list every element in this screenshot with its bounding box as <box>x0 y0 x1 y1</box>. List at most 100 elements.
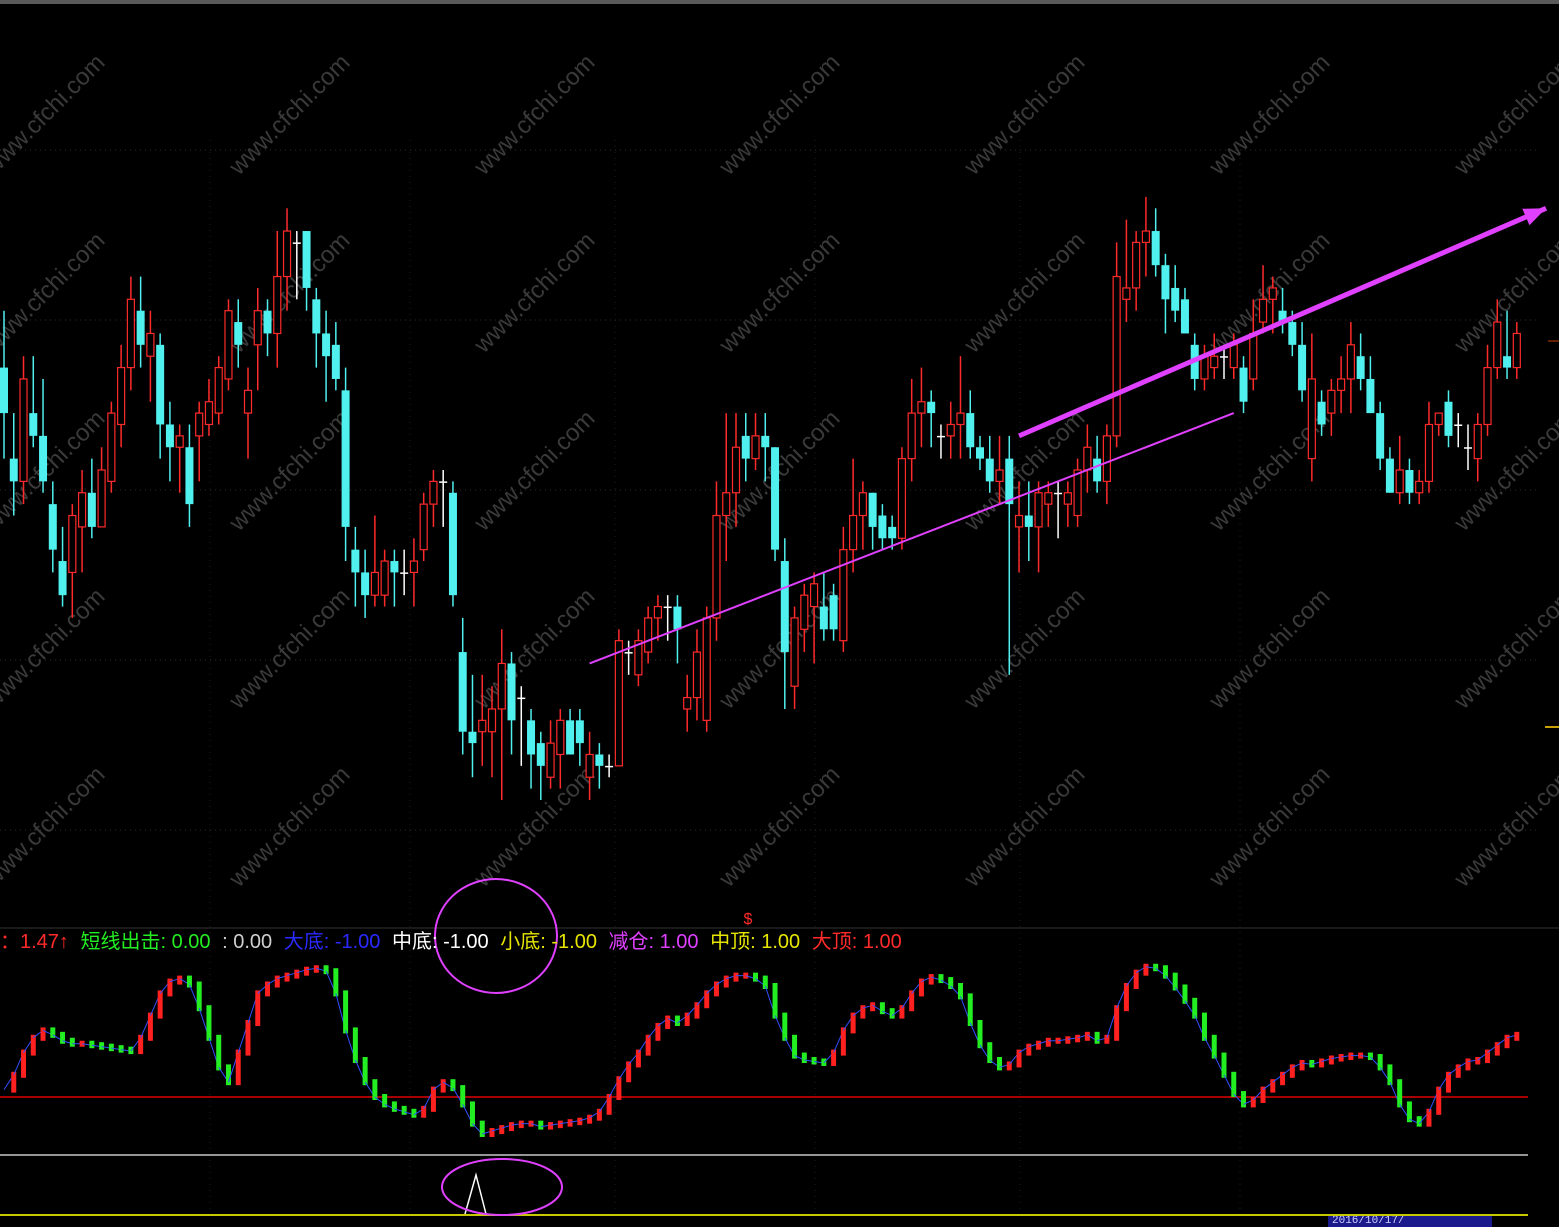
candle-body <box>165 424 174 448</box>
candle-body <box>1239 367 1248 402</box>
legend-item-unnamed: : 0.00 <box>222 931 273 953</box>
legend-item-big-top: 大顶: 1.00 <box>811 931 902 953</box>
candle-body <box>478 719 487 733</box>
candle-body <box>439 481 448 483</box>
osc-bar <box>538 1120 544 1130</box>
candle-body <box>1093 458 1102 482</box>
legend-item-small-bottom: 小底: -1.00 <box>500 931 597 953</box>
candle-body <box>1464 447 1472 449</box>
candle <box>224 299 233 391</box>
candle-body <box>1063 492 1072 505</box>
osc-bar <box>792 1034 798 1059</box>
candle-body <box>48 504 57 550</box>
candle-body <box>9 458 18 482</box>
osc-bar <box>108 1043 114 1052</box>
candle-body <box>1454 424 1463 426</box>
candle-body <box>936 435 945 438</box>
osc-bar <box>850 1012 856 1034</box>
candle-body <box>1385 458 1394 493</box>
candle-body <box>1229 344 1238 369</box>
osc-bar <box>997 1057 1003 1071</box>
candle-body <box>536 743 545 766</box>
candle-body <box>1434 412 1443 426</box>
candle-body <box>195 412 204 437</box>
candle-body <box>1122 287 1131 300</box>
candle-body <box>1200 355 1209 380</box>
osc-bar <box>440 1079 446 1093</box>
osc-bar <box>421 1105 427 1118</box>
candle-body <box>1171 287 1180 311</box>
osc-bar <box>499 1125 505 1135</box>
candle-body <box>741 435 750 459</box>
candle-body <box>175 435 184 448</box>
candle-body <box>1288 322 1297 345</box>
osc-bar <box>1299 1059 1305 1071</box>
candle-body <box>361 572 370 596</box>
candle-body <box>1112 275 1121 437</box>
candle-body <box>1327 389 1336 414</box>
osc-bar <box>1338 1054 1344 1062</box>
legend-item-short-attack: 短线出击: 0.00 <box>80 931 211 953</box>
candle-body <box>819 606 828 630</box>
osc-bar <box>274 975 280 988</box>
candle-body <box>1415 480 1424 494</box>
candle-body <box>800 594 809 630</box>
candle-body <box>409 560 419 574</box>
candle-body <box>644 617 653 653</box>
osc-bar <box>674 1015 680 1026</box>
candle-body <box>614 640 623 767</box>
osc-bar <box>938 974 944 984</box>
candle-body <box>117 366 126 426</box>
candle-body <box>546 742 555 778</box>
osc-bar <box>1162 965 1168 979</box>
candle-body <box>107 412 116 482</box>
stock-chart: www.cfchi.com www.cfchi.com www.cfchi.com w… <box>0 0 1559 1227</box>
osc-bar <box>733 972 739 982</box>
candle <box>448 481 457 607</box>
osc-bar <box>577 1117 583 1126</box>
osc-bar <box>1065 1036 1071 1044</box>
candle-body <box>585 753 594 778</box>
osc-bar <box>1221 1052 1227 1078</box>
candle-body <box>927 401 936 414</box>
candle-body <box>331 344 340 379</box>
osc-bar <box>40 1027 46 1041</box>
osc-bar <box>616 1076 622 1100</box>
osc-bar <box>840 1027 846 1056</box>
osc-bar <box>489 1128 495 1137</box>
candle-body <box>858 492 867 517</box>
candle-body <box>575 720 584 744</box>
candle-body <box>29 413 38 436</box>
candle-body <box>702 617 711 721</box>
candle-body <box>214 366 223 414</box>
osc-bar <box>157 990 163 1019</box>
candle-body <box>1102 435 1111 482</box>
candle-body <box>185 447 194 505</box>
candle-body <box>1346 344 1355 380</box>
candle-body <box>771 447 780 550</box>
osc-bar <box>1114 1005 1120 1041</box>
candle-body <box>946 423 955 437</box>
osc-bar <box>782 1012 788 1041</box>
candle-body <box>1249 332 1258 380</box>
osc-bar <box>723 975 729 988</box>
candle-body <box>1180 299 1189 334</box>
legend-item-big-bottom: 大底: -1.00 <box>283 931 381 953</box>
osc-bar <box>352 1027 358 1063</box>
candle-body <box>1503 356 1512 368</box>
candle-body <box>390 561 399 573</box>
candle-body <box>1493 321 1502 369</box>
candle-body <box>673 606 682 630</box>
osc-bar <box>255 990 261 1026</box>
osc-bar <box>294 969 300 979</box>
candle-body <box>761 435 770 448</box>
candle-body <box>527 720 536 755</box>
osc-bar <box>1445 1071 1451 1093</box>
candle <box>702 606 711 732</box>
osc-bar <box>1123 983 1129 1012</box>
osc-bar <box>460 1085 466 1108</box>
osc-bar <box>518 1120 524 1129</box>
osc-bar <box>899 1005 905 1019</box>
osc-bar <box>99 1042 105 1050</box>
candle-body <box>282 230 292 278</box>
